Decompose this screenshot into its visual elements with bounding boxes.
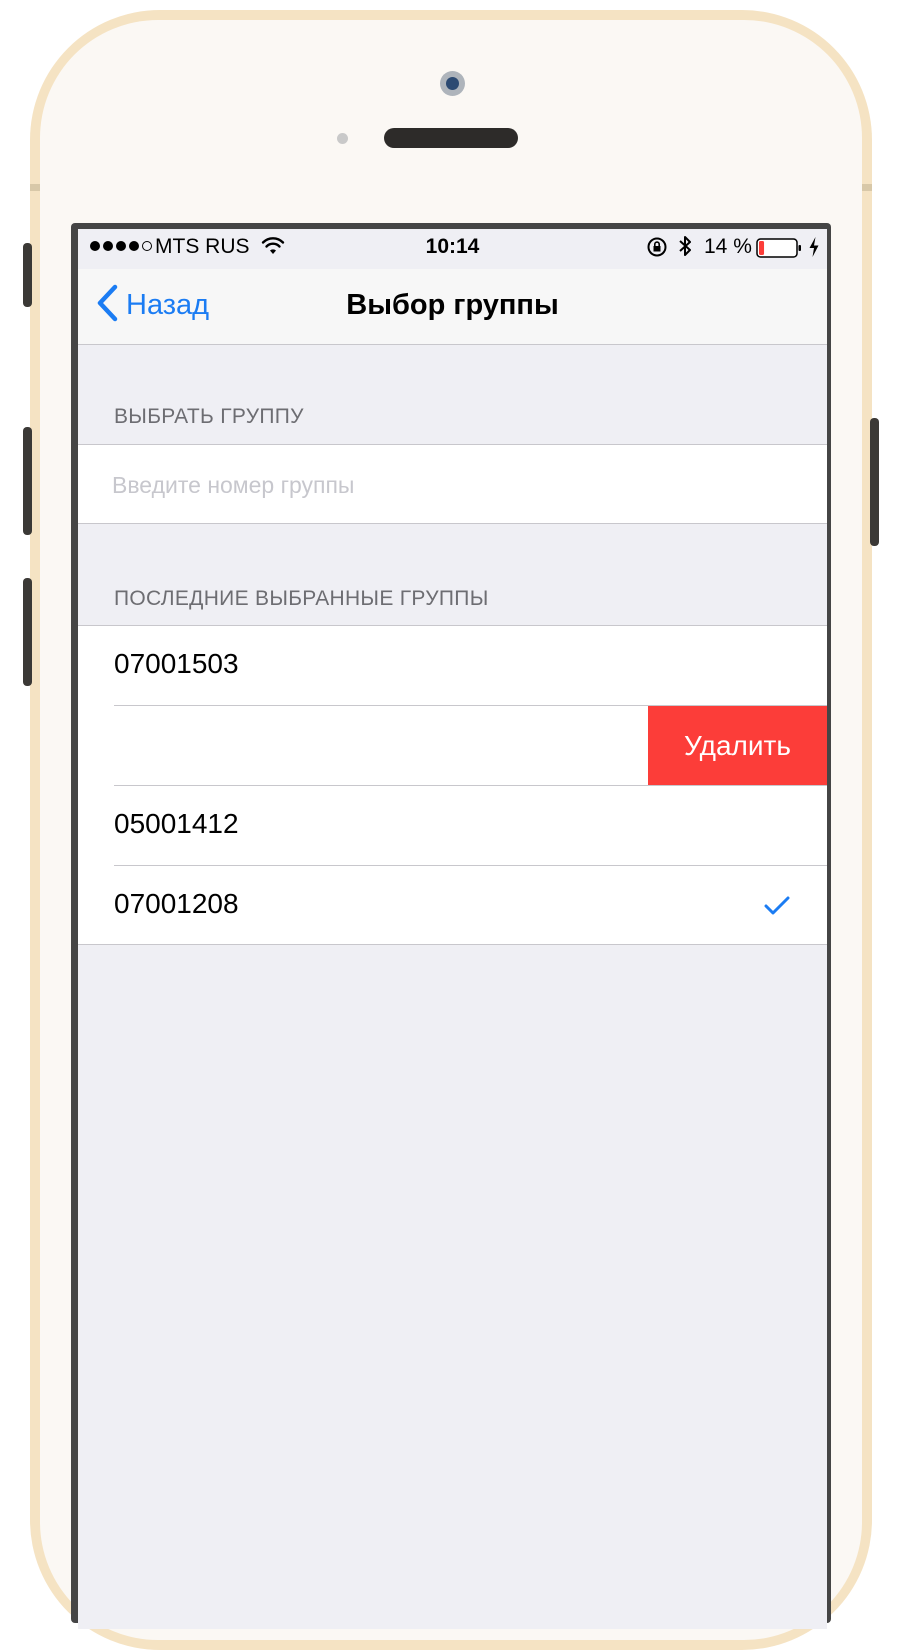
bluetooth-icon — [678, 234, 692, 264]
earpiece-speaker — [384, 128, 518, 148]
mute-switch — [23, 243, 32, 307]
group-number-label: 07001503 — [114, 648, 239, 679]
rotation-lock-icon — [646, 236, 668, 264]
antenna-line-left — [30, 184, 40, 191]
volume-up-button — [23, 427, 32, 535]
back-button-label: Назад — [126, 288, 210, 321]
chevron-left-icon — [96, 284, 118, 327]
group-number-cell — [78, 444, 827, 524]
antenna-line-right — [862, 184, 872, 191]
delete-button[interactable]: Удалить — [648, 706, 827, 785]
front-camera — [440, 71, 465, 96]
group-number-label: 07001208 — [114, 888, 239, 919]
list-item[interactable]: 07001503 — [78, 626, 827, 706]
battery-percent: 14 % — [704, 235, 752, 258]
back-button[interactable]: Назад — [96, 284, 210, 327]
group-number-input[interactable] — [110, 465, 800, 505]
signal-strength-icon — [90, 241, 152, 251]
screen: MTS RUS 10:14 14 % Назад Выбор группы ВЫ… — [78, 229, 827, 1629]
wifi-icon — [261, 236, 285, 262]
navigation-bar: Назад Выбор группы — [78, 269, 827, 345]
recent-groups-list: 07001503 Удалить 05001412 07001208 — [78, 625, 827, 945]
status-bar: MTS RUS 10:14 14 % — [78, 229, 827, 269]
list-item-swiped[interactable]: Удалить — [78, 706, 827, 786]
group-number-label: 05001412 — [114, 808, 239, 839]
power-button — [870, 418, 879, 546]
list-item[interactable]: 05001412 — [78, 786, 827, 866]
carrier-name: MTS RUS — [155, 235, 250, 258]
proximity-sensor — [337, 133, 348, 144]
select-group-section-header: ВЫБРАТЬ ГРУППУ — [114, 405, 304, 428]
charging-bolt-icon — [808, 236, 820, 264]
recent-groups-section-header: ПОСЛЕДНИЕ ВЫБРАННЫЕ ГРУППЫ — [114, 587, 489, 610]
list-item-selected[interactable]: 07001208 — [78, 866, 827, 945]
volume-down-button — [23, 578, 32, 686]
checkmark-icon — [764, 896, 790, 921]
battery-icon — [756, 237, 802, 265]
